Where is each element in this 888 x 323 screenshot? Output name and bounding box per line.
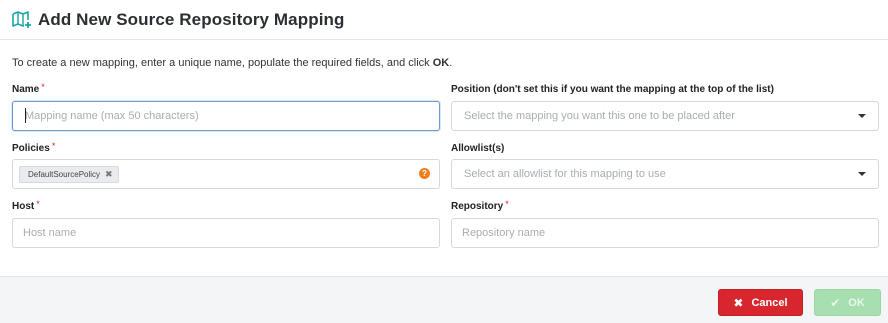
policy-chip-label: DefaultSourcePolicy [28,169,101,179]
policies-required-mark: * [51,141,56,151]
chevron-down-icon[interactable] [858,172,866,176]
allowlists-placeholder: Select an allowlist for this mapping to … [464,168,666,180]
position-label: Position (don't set this if you want the… [451,84,774,95]
host-label-text: Host [12,201,35,212]
close-icon: ✖ [733,295,744,310]
dialog-title: Add New Source Repository Mapping [38,9,345,29]
position-select[interactable]: Select the mapping you want this one to … [451,101,879,131]
name-label-text: Name [12,84,40,95]
add-source-repository-mapping-dialog: Add New Source Repository Mapping To cre… [0,0,888,323]
ok-button[interactable]: ✔ OK [814,289,881,316]
allowlists-label-text: Allowlist(s) [451,143,505,154]
position-placeholder: Select the mapping you want this one to … [464,110,735,122]
policies-multiselect[interactable]: DefaultSourcePolicy ✖ ? [12,159,440,189]
name-required-mark: * [41,82,45,92]
dialog-footer: ✖ Cancel ✔ OK [0,276,888,323]
repository-input[interactable] [451,218,879,248]
repository-required-mark: * [505,199,509,209]
position-label-text: Position (don't set this if you want the… [451,84,774,95]
map-plus-icon [12,10,32,29]
remove-chip-icon[interactable]: ✖ [105,169,113,180]
chevron-down-icon[interactable] [858,114,866,118]
policies-label-text: Policies [12,143,50,154]
allowlists-select[interactable]: Select an allowlist for this mapping to … [451,159,879,189]
instructions-suffix: . [449,57,453,69]
host-input[interactable] [12,218,440,248]
repository-label: Repository * [451,199,509,212]
host-label: Host * [12,199,40,212]
cancel-button[interactable]: ✖ Cancel [718,289,803,316]
help-icon[interactable]: ? [419,168,430,179]
checkmark-icon: ✔ [830,295,841,310]
text-cursor [25,108,26,123]
name-input[interactable] [12,101,440,131]
host-required-mark: * [36,199,40,209]
cancel-button-label: Cancel [751,296,788,309]
instructions-text: To create a new mapping, enter a unique … [12,57,452,69]
instructions-ok-emphasis: OK [432,57,450,69]
allowlists-label: Allowlist(s) [451,143,504,154]
policy-chip: DefaultSourcePolicy ✖ [19,165,119,183]
name-label: Name * [12,82,45,95]
dialog-header: Add New Source Repository Mapping [0,0,888,40]
policies-label: Policies * [12,141,56,154]
repository-label-text: Repository [451,201,504,212]
instructions-prefix: To create a new mapping, enter a unique … [12,57,433,69]
ok-button-label: OK [848,296,865,309]
